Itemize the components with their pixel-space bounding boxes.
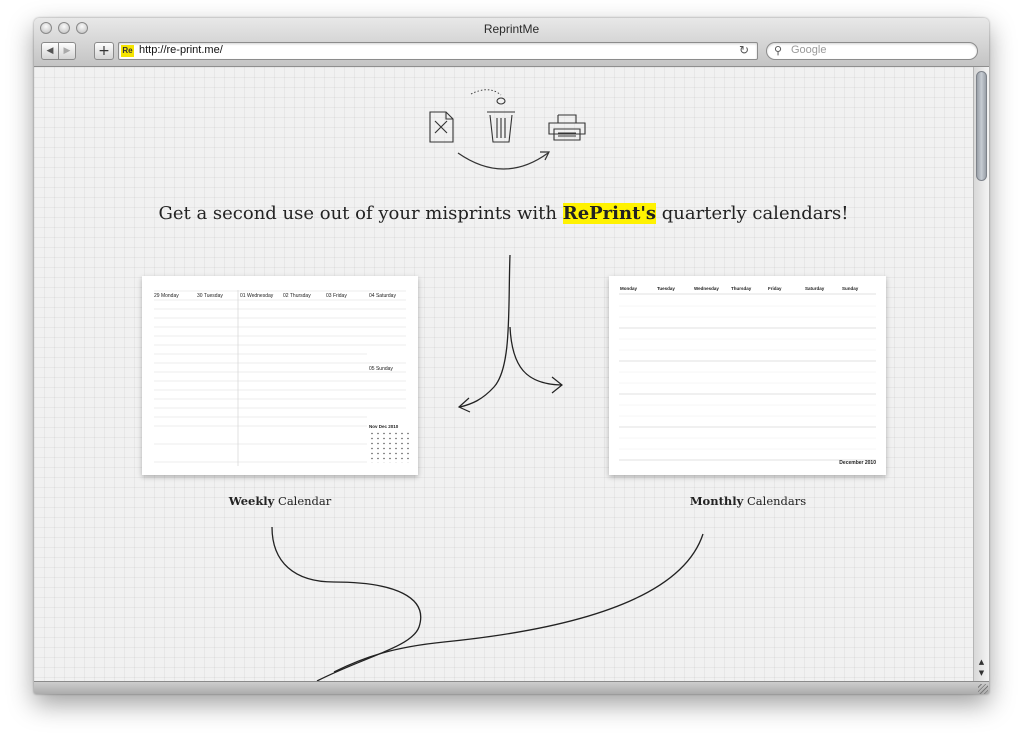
monthly-grid-lines — [619, 293, 876, 461]
reload-icon[interactable]: ↻ — [739, 43, 749, 57]
flow-curve-right — [333, 533, 704, 673]
forward-arrow-icon: ▶ — [63, 46, 71, 56]
month-weekday-label: Thursday — [731, 286, 752, 291]
weekday-header: 29 Monday — [154, 282, 195, 301]
month-weekday-label: Saturday — [805, 286, 825, 291]
split-arrow-stem — [459, 254, 511, 408]
scroll-thumb[interactable] — [976, 71, 987, 181]
weekday-header: 04 Saturday — [369, 282, 410, 301]
weekly-caption[interactable]: Weekly Calendar — [170, 494, 390, 508]
plus-icon: + — [98, 43, 110, 59]
resize-grip-icon[interactable] — [978, 684, 988, 694]
month-weekday-label: Tuesday — [657, 286, 675, 291]
mini-calendar-days — [369, 431, 413, 463]
back-button[interactable]: ◀ — [41, 42, 59, 60]
monthly-caption-rest: Calendars — [743, 494, 807, 508]
mini-calendar-title: Nov Dec 2010 — [369, 424, 399, 429]
site-favicon: Re — [121, 45, 134, 57]
magnifier-icon: ⚲ — [774, 44, 783, 57]
weekly-caption-bold: Weekly — [228, 494, 275, 508]
weekday-header: 02 Thursday — [283, 282, 324, 301]
vertical-scrollbar[interactable]: ▲ ▼ — [973, 67, 989, 681]
month-weekday-label: Monday — [620, 286, 638, 291]
weekday-label: 02 Thursday — [283, 293, 311, 299]
back-arrow-icon: ◀ — [46, 46, 54, 56]
title-bar: ReprintMe ◀ ▶ + Re http://re-print.me/ ↻… — [34, 18, 989, 67]
browser-window: ReprintMe ◀ ▶ + Re http://re-print.me/ ↻… — [34, 18, 989, 694]
weekday-label: 30 Tuesday — [197, 293, 223, 299]
mini-month-calendar: Nov Dec 2010 — [369, 424, 413, 466]
weekday-header: 01 Wednesday — [240, 282, 281, 301]
flow-curve-left — [271, 526, 422, 681]
sunday-header: 05 Sunday — [369, 355, 410, 374]
split-arrow-right — [509, 326, 562, 386]
scroll-up-arrow-icon[interactable]: ▲ — [974, 657, 989, 668]
monthly-calendar-preview[interactable]: Monday Tuesday Wednesday Thursday Friday… — [609, 276, 886, 475]
address-bar[interactable]: Re http://re-print.me/ ↻ — [118, 42, 758, 60]
weekday-label: 04 Saturday — [369, 293, 396, 299]
weekly-calendar-preview[interactable]: 29 Monday 30 Tuesday 01 Wednesday 02 Thu… — [142, 276, 418, 475]
monthly-caption[interactable]: Monthly Calendars — [638, 494, 858, 508]
weekly-caption-rest: Calendar — [274, 494, 332, 508]
status-bar — [34, 681, 989, 694]
search-field[interactable]: ⚲ Google — [766, 42, 978, 60]
weekday-label: 03 Friday — [326, 293, 347, 299]
month-weekday-label: Friday — [768, 286, 782, 291]
add-bookmark-button[interactable]: + — [94, 42, 114, 60]
scroll-down-arrow-icon[interactable]: ▼ — [974, 668, 989, 679]
month-label: December 2010 — [839, 460, 876, 466]
month-weekday-label: Wednesday — [694, 286, 719, 291]
weekday-label: 01 Wednesday — [240, 293, 274, 299]
weekday-label: 29 Monday — [154, 293, 179, 299]
monthly-caption-bold: Monthly — [689, 494, 744, 508]
weekday-header: 30 Tuesday — [197, 282, 238, 301]
page-content: Get a second use out of your misprints w… — [34, 67, 973, 681]
url-text[interactable]: http://re-print.me/ — [139, 44, 223, 56]
weekday-label: 05 Sunday — [369, 366, 393, 372]
search-placeholder: Google — [791, 44, 827, 56]
forward-button[interactable]: ▶ — [58, 42, 76, 60]
weekday-header: 03 Friday — [326, 282, 367, 301]
window-title: ReprintMe — [483, 22, 540, 36]
month-weekday-label: Sunday — [842, 286, 859, 291]
